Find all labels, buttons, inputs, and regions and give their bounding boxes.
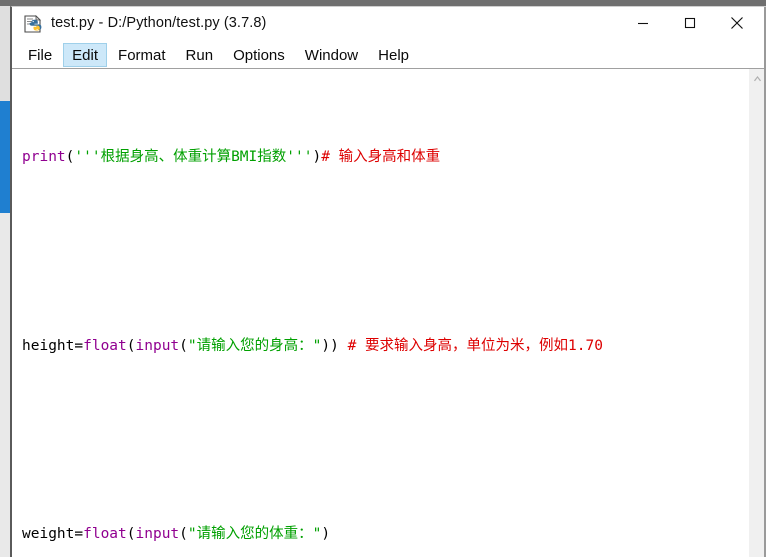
token-input: input (135, 337, 180, 354)
token-float: float (83, 337, 127, 354)
desktop-bottom-light-strip (0, 213, 10, 557)
token-comment: # 输入身高和体重 (321, 148, 441, 165)
menu-item-format[interactable]: Format (109, 43, 175, 67)
token-paren: ( (179, 526, 188, 543)
menu-item-run[interactable]: Run (177, 43, 223, 67)
token-paren: ( (126, 337, 136, 354)
python-idle-icon (23, 14, 43, 34)
token-input: input (135, 526, 180, 543)
code-line-1: print('''根据身高、体重计算BMI指数''')# 输入身高和体重 (22, 146, 748, 170)
menu-item-edit[interactable]: Edit (63, 43, 108, 67)
menu-item-options[interactable]: Options (224, 43, 294, 67)
token-comment: # 要求输入身高，单位为米，例如1.70 (347, 337, 603, 354)
editor-area: print('''根据身高、体重计算BMI指数''')# 输入身高和体重 hei… (12, 69, 766, 557)
token-float: float (83, 526, 127, 543)
minimize-button[interactable] (620, 7, 666, 39)
desktop-blue-strip (0, 101, 10, 213)
code-text-area[interactable]: print('''根据身高、体重计算BMI指数''')# 输入身高和体重 hei… (12, 69, 748, 557)
code-line-5: weight=float(input("请输入您的体重：") (22, 523, 748, 547)
token-varname: weight= (22, 526, 84, 543)
menu-item-file[interactable]: File (19, 43, 61, 67)
token-paren-close: ) (321, 526, 331, 543)
token-string: "请输入您的身高：" (187, 337, 322, 354)
window-title: test.py - D:/Python/test.py (3.7.8) (51, 15, 267, 31)
token-print: print (22, 148, 66, 165)
token-paren: ( (126, 526, 136, 543)
maximize-button[interactable] (667, 7, 713, 39)
menu-item-help[interactable]: Help (369, 43, 418, 67)
menu-item-window[interactable]: Window (296, 43, 367, 67)
token-string: '''根据身高、体重计算BMI指数''' (74, 148, 313, 165)
close-button[interactable] (714, 7, 760, 39)
token-string: "请输入您的体重：" (187, 526, 322, 543)
desktop-left-light-strip (0, 6, 10, 101)
code-line-3: height=float(input("请输入您的身高：")) # 要求输入身高… (22, 335, 748, 359)
idle-editor-window: test.py - D:/Python/test.py (3.7.8) File… (10, 6, 766, 557)
title-bar[interactable]: test.py - D:/Python/test.py (3.7.8) (12, 7, 766, 42)
menu-bar: File Edit Format Run Options Window Help (12, 42, 766, 69)
token-varname: height= (22, 337, 84, 354)
token-paren-close: )) (321, 337, 348, 354)
token-paren-close: ) (312, 148, 322, 165)
token-paren: ( (179, 337, 188, 354)
